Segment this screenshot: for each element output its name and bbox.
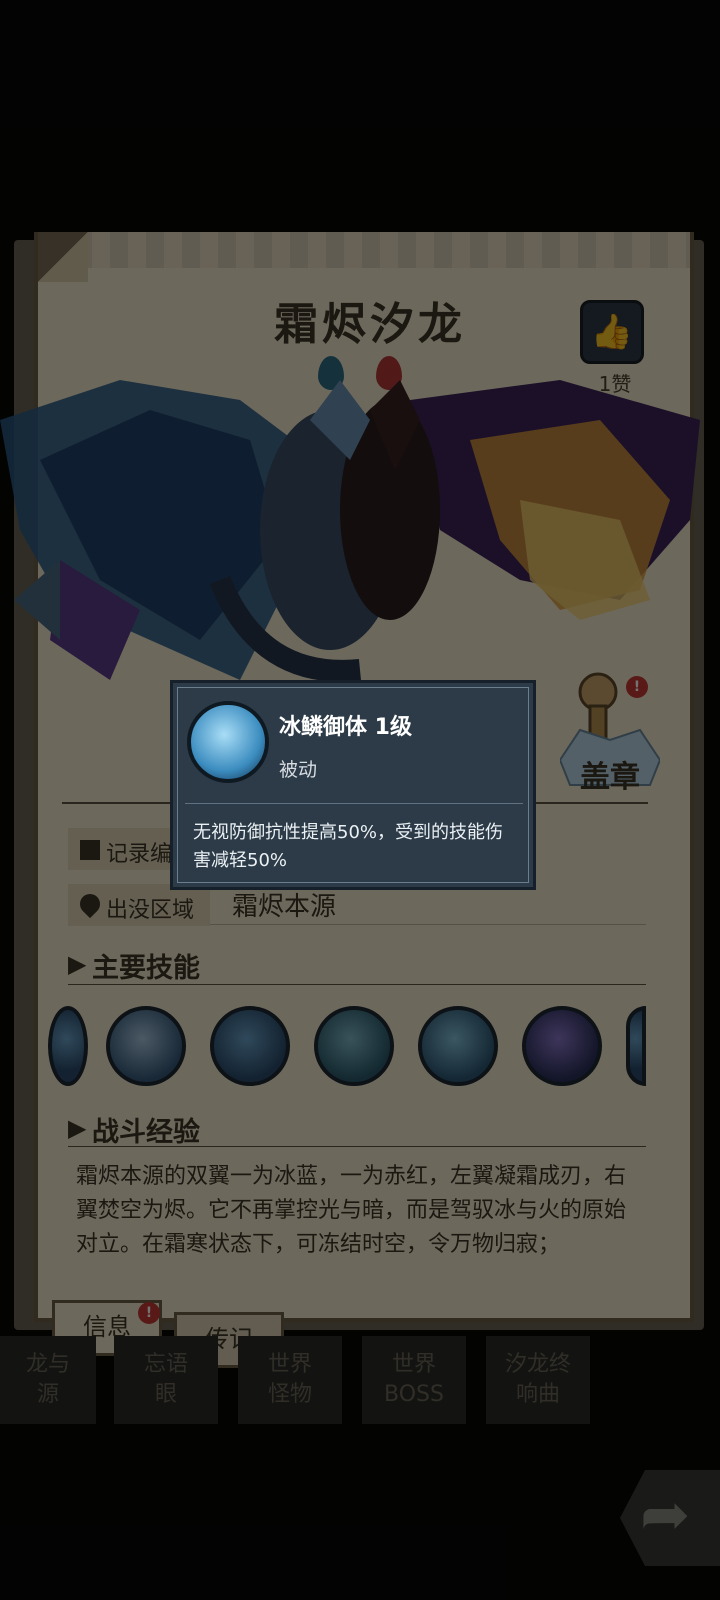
dragon-artwork (0, 380, 700, 682)
location-value: 霜烬本源 (232, 892, 337, 922)
bottom-tab-1[interactable]: 龙与 源 (0, 1336, 96, 1424)
chevron-right-icon: ▶ (68, 1114, 87, 1142)
skill-tooltip: 冰鳞御体 1级 被动 无视防御抗性提高50%，受到的技能伤害减轻50% (170, 680, 536, 890)
lore-text: 霜烬本源的双翼一为冰蓝，一为赤红，左翼凝霜成刃，右翼焚空为烬。它不再掌控光与暗，… (76, 1164, 627, 1257)
divider (210, 924, 646, 925)
divider (68, 984, 646, 985)
like-button[interactable]: 👍 (580, 300, 644, 364)
skill-icon[interactable] (522, 1006, 602, 1086)
share-arrow-icon: ➦ (640, 1480, 691, 1550)
previous-monster-button[interactable] (14, 560, 60, 640)
monster-name: 霜烬汐龙 (274, 299, 466, 350)
bottom-tab-4[interactable]: 世界 BOSS (362, 1336, 466, 1424)
card-top-border (38, 232, 690, 268)
skill-icon[interactable] (626, 1006, 646, 1086)
chevron-right-icon: ▶ (68, 950, 87, 978)
tooltip-divider (185, 803, 523, 804)
thumbs-up-icon: 👍 (590, 312, 634, 352)
combat-section-title: 战斗经验 (92, 1117, 200, 1148)
skill-icon[interactable] (106, 1006, 186, 1086)
bottom-tab-5[interactable]: 汐龙终 响曲 (486, 1336, 590, 1424)
skills-section-title: 主要技能 (92, 953, 200, 984)
card-corner-fold (38, 232, 88, 282)
location-label: 出没区域 (106, 898, 195, 923)
tooltip-skill-name: 冰鳞御体 1级 (279, 715, 412, 740)
skill-icon[interactable] (48, 1006, 88, 1086)
skill-icon[interactable] (314, 1006, 394, 1086)
tab-info-alert-badge: ! (138, 1302, 160, 1324)
record-label: 记录编 (106, 842, 173, 867)
stamp-label: 盖章 (580, 760, 640, 795)
stamp-alert-badge: ! (626, 676, 648, 698)
skill-icon[interactable] (210, 1006, 290, 1086)
tooltip-description: 无视防御抗性提高50%，受到的技能伤害减轻50% (193, 822, 504, 871)
bottom-tab-2[interactable]: 忘语 眼 (114, 1336, 218, 1424)
divider (68, 1146, 646, 1147)
bottom-tab-3[interactable]: 世界 怪物 (238, 1336, 342, 1424)
tooltip-skill-type: 被动 (279, 759, 318, 781)
skill-icon[interactable] (418, 1006, 498, 1086)
ice-scale-skill-icon (187, 701, 269, 783)
document-icon (80, 840, 100, 860)
